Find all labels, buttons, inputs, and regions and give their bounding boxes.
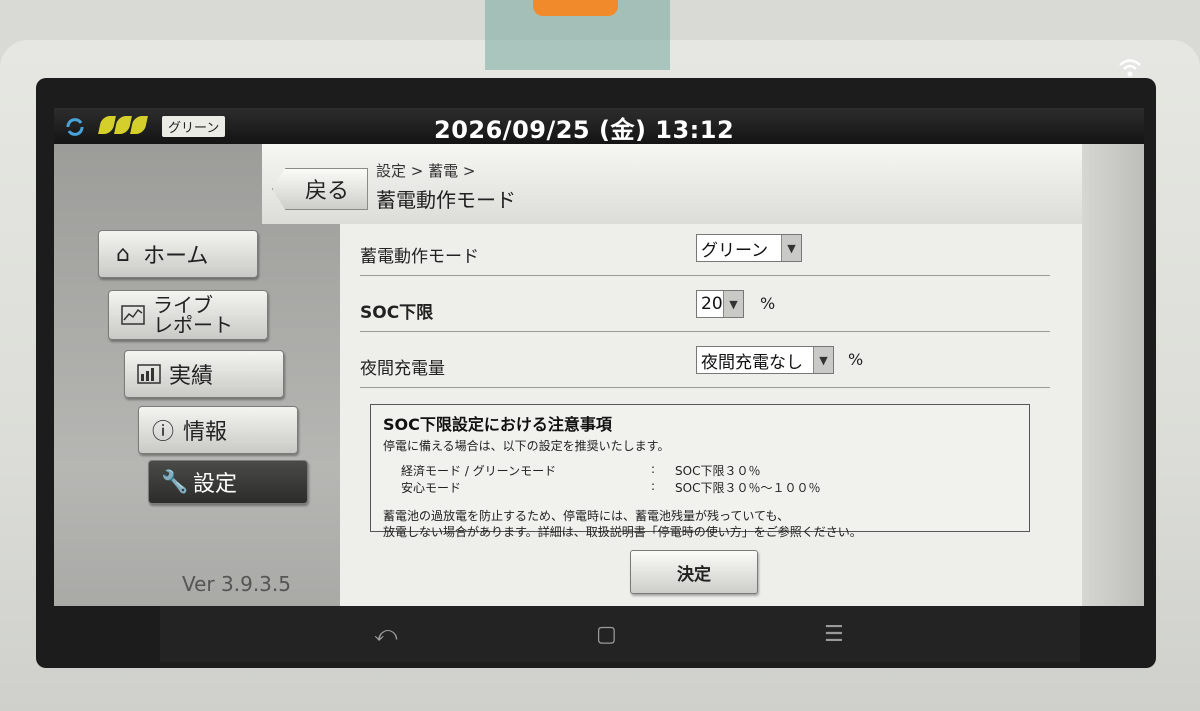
notice-title: SOC下限設定における注意事項 (383, 415, 612, 434)
sidebar-item-home[interactable]: ⌂ ホーム (98, 230, 258, 278)
content-edge (1082, 144, 1144, 606)
mode-label: 蓄電動作モード (360, 247, 479, 267)
page-title: 蓄電動作モード (376, 188, 516, 212)
status-bar: グリーン 2026/09/25 (金) 13:12 (54, 108, 1144, 144)
setting-row-night-charge: 夜間充電量 夜間充電なし ▼ % (360, 336, 1050, 388)
back-button[interactable]: 戻る (272, 168, 368, 210)
wrench-icon: 🔧 (161, 469, 189, 495)
mode-value: グリーン (701, 240, 769, 261)
sidebar-item-label: ライブ レポート (153, 295, 233, 335)
notice-footer: 蓄電池の過放電を防止するため、停電時には、蓄電池残量が残っていても、 放電しない… (383, 508, 1017, 540)
orange-tag (533, 0, 618, 16)
soc-unit: % (760, 294, 776, 313)
night-charge-label: 夜間充電量 (360, 359, 445, 379)
version-label: Ver 3.9.3.5 (182, 572, 291, 596)
sidebar-item-results[interactable]: 実績 (124, 350, 284, 398)
bar-chart-icon (137, 364, 161, 384)
info-icon: ⓘ (151, 420, 174, 445)
separator: : (651, 462, 656, 476)
breadcrumb: 設定 > 蓄電 > (376, 162, 476, 180)
refresh-icon[interactable] (64, 116, 86, 138)
wifi-icon (1119, 59, 1141, 77)
chevron-down-icon: ▼ (813, 347, 833, 373)
leaf-icon (98, 116, 116, 134)
soc-select[interactable]: 20 ▼ (696, 290, 744, 318)
notice-box: SOC下限設定における注意事項 停電に備える場合は、以下の設定を推奨いたします。… (370, 404, 1030, 539)
sidebar-item-live-report[interactable]: ライブ レポート (108, 290, 268, 340)
soc-label: SOC下限 (360, 303, 434, 323)
night-charge-value: 夜間充電なし (701, 352, 803, 373)
menu-icon[interactable]: ☰ (824, 622, 844, 647)
mode-name: 安心モード (401, 481, 462, 495)
leaf-icon (130, 116, 148, 134)
settings-panel: 蓄電動作モード グリーン ▼ SOC下限 20 ▼ % 夜間充電量 夜間充電なし… (340, 224, 1082, 606)
chevron-down-icon: ▼ (781, 235, 801, 261)
sidebar-item-info[interactable]: ⓘ 情報 (138, 406, 298, 454)
home-icon: ⌂ (116, 241, 130, 267)
notice-intro: 停電に備える場合は、以下の設定を推奨いたします。 (383, 439, 670, 453)
mode-select[interactable]: グリーン ▼ (696, 234, 802, 262)
leaf-level-icon (98, 116, 148, 134)
notice-footer-line: 放電しない場合があります。詳細は、取扱説明書「停電時の使い方」をご参照ください。 (383, 525, 862, 539)
system-nav-bar: ⤺ ▢ ☰ (160, 606, 1080, 662)
back-arrow-icon[interactable]: ⤺ (374, 622, 398, 647)
night-charge-unit: % (848, 350, 864, 369)
label-line-2: レポート (153, 313, 233, 337)
night-charge-select[interactable]: 夜間充電なし ▼ (696, 346, 834, 374)
content-header: 戻る 設定 > 蓄電 > 蓄電動作モード (262, 144, 1144, 224)
sidebar-item-label: 設定 (193, 472, 238, 497)
label-line-1: ライブ (153, 293, 213, 317)
notice-footer-line: 蓄電池の過放電を防止するため、停電時には、蓄電池残量が残っていても、 (383, 509, 790, 523)
chevron-down-icon: ▼ (723, 291, 743, 317)
setting-row-mode: 蓄電動作モード グリーン ▼ (360, 224, 1050, 276)
sidebar-item-settings[interactable]: 🔧 設定 (148, 460, 308, 504)
leaf-icon (114, 116, 132, 134)
setting-row-soc: SOC下限 20 ▼ % (360, 280, 1050, 332)
mode-badge: グリーン (162, 116, 226, 137)
confirm-button[interactable]: 決定 (630, 550, 758, 594)
home-square-icon[interactable]: ▢ (596, 622, 617, 647)
sidebar-item-label: 実績 (169, 364, 214, 389)
recommended-settings: 経済モード / グリーンモード : SOC下限３０％ 安心モード : SOC下限… (401, 462, 1017, 496)
line-chart-icon (121, 305, 145, 325)
sidebar-item-label: 情報 (183, 420, 228, 445)
mode-value: SOC下限３０％ (675, 464, 761, 478)
soc-value: 20 (701, 294, 723, 314)
mode-name: 経済モード / グリーンモード (401, 464, 557, 478)
sidebar-item-label: ホーム (143, 244, 209, 269)
mode-value: SOC下限３０％～１００％ (675, 481, 821, 495)
datetime: 2026/09/25 (金) 13:12 (434, 116, 735, 144)
separator: : (651, 479, 656, 493)
